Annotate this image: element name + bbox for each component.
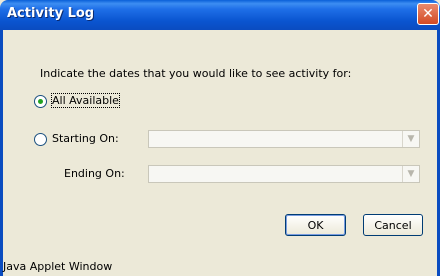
- window-border-left: [0, 30, 3, 276]
- chevron-down-icon[interactable]: ▼: [402, 131, 419, 147]
- chevron-down-icon[interactable]: ▼: [402, 166, 419, 182]
- starting-on-select[interactable]: ▼: [148, 130, 420, 148]
- ok-button[interactable]: OK: [285, 214, 346, 236]
- ending-on-select[interactable]: ▼: [148, 165, 420, 183]
- activity-log-window: Activity Log ✕ Indicate the dates that y…: [0, 0, 440, 276]
- title-bar[interactable]: Activity Log ✕: [0, 0, 440, 30]
- status-text: Java Applet Window: [3, 260, 113, 273]
- all-available-radio[interactable]: [34, 95, 47, 108]
- close-icon: ✕: [422, 6, 434, 22]
- instruction-text: Indicate the dates that you would like t…: [40, 67, 352, 80]
- all-available-label[interactable]: All Available: [51, 93, 120, 108]
- close-button[interactable]: ✕: [417, 3, 439, 25]
- starting-on-label[interactable]: Starting On:: [52, 132, 119, 145]
- ending-on-label: Ending On:: [64, 167, 125, 180]
- starting-on-radio[interactable]: [34, 133, 47, 146]
- radio-selected-dot: [38, 99, 43, 104]
- cancel-button[interactable]: Cancel: [363, 214, 423, 236]
- window-title: Activity Log: [7, 6, 95, 21]
